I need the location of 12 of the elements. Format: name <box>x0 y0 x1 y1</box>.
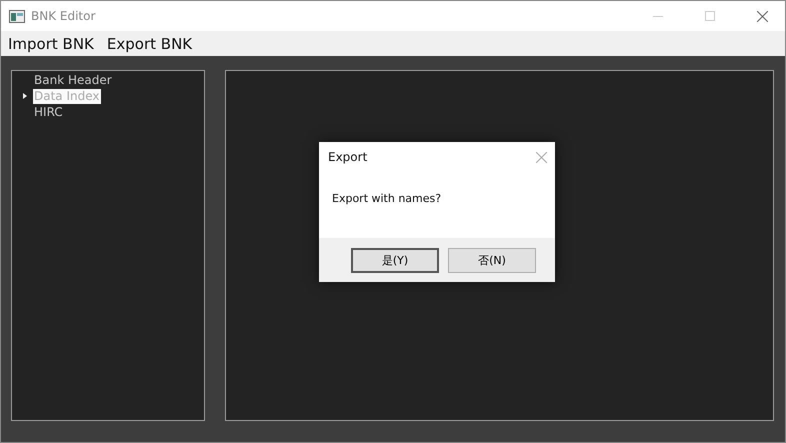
dialog-button[interactable]: 否(N) <box>448 248 536 272</box>
tree-item[interactable]: Bank Header <box>33 72 113 88</box>
close-icon[interactable] <box>756 10 768 22</box>
menu-item[interactable]: Import BNK <box>8 34 94 52</box>
maximize-icon[interactable] <box>705 11 715 21</box>
dialog-message: Export with names? <box>332 192 442 207</box>
menu-item[interactable]: Export BNK <box>106 34 192 52</box>
dialog-title: Export <box>328 150 368 164</box>
window-title: BNK Editor <box>31 9 96 23</box>
app-icon <box>9 10 25 22</box>
tree-item[interactable]: HIRC <box>33 104 64 120</box>
dialog-button[interactable]: 是(Y) <box>351 248 439 272</box>
